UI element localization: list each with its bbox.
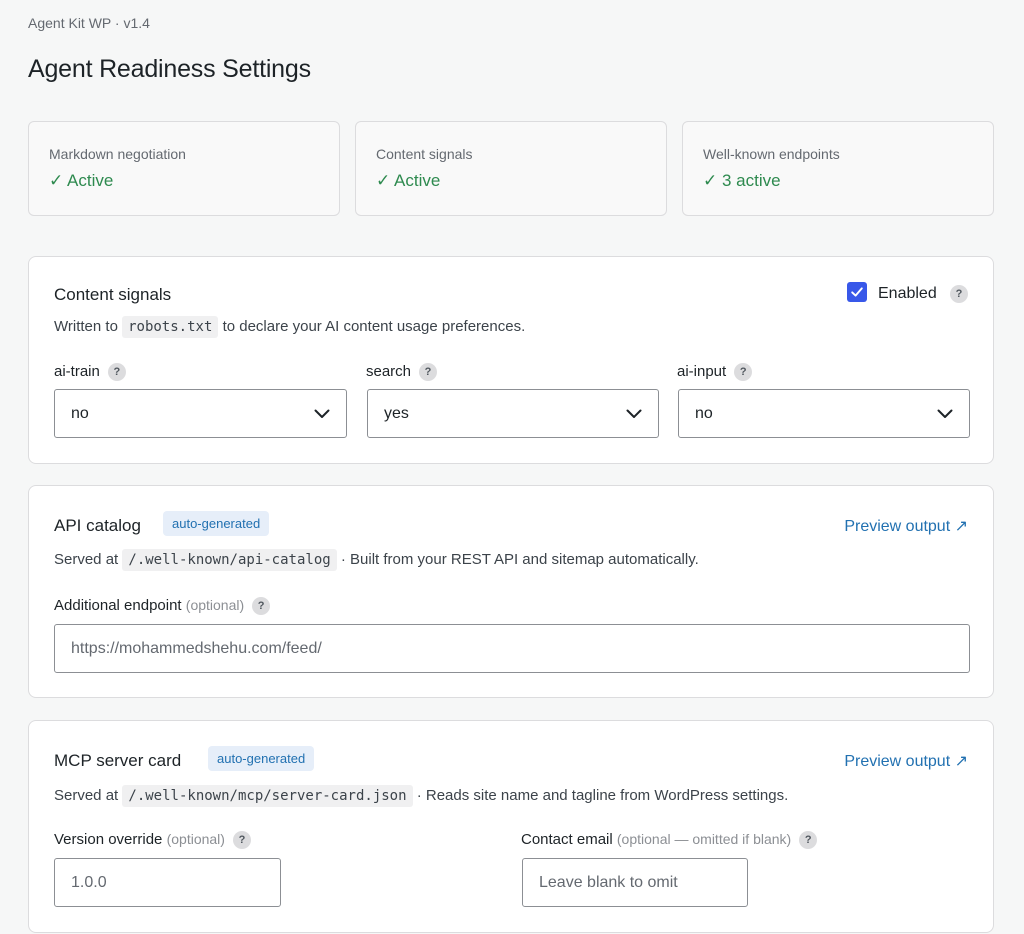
card-description: Served at /.well-known/mcp/server-card.j…: [54, 785, 789, 807]
card-description: Written to robots.txt to declare your AI…: [54, 316, 526, 338]
optional-hint: (optional): [185, 597, 245, 613]
select-value: no: [71, 404, 89, 422]
code-snippet: robots.txt: [122, 316, 219, 338]
label-text: ai-train: [54, 363, 100, 380]
mcp-server-card: MCP server card auto-generated Preview o…: [28, 720, 994, 933]
card-title: MCP server card: [54, 751, 182, 770]
code-snippet: /.well-known/mcp/server-card.json: [122, 785, 413, 807]
select-value: no: [695, 404, 713, 422]
check-icon: [851, 287, 863, 297]
label-text: ai-input: [677, 363, 727, 380]
page-title: Agent Readiness Settings: [28, 55, 311, 83]
stat-label: Well-known endpoints: [703, 146, 840, 162]
field-label-contact-email: Contact email (optional — omitted if bla…: [521, 831, 818, 850]
desc-text: · Built from your REST API and sitemap a…: [340, 551, 699, 568]
stat-card-markdown: Markdown negotiation ✓ Active: [28, 121, 340, 216]
code-snippet: /.well-known/api-catalog: [122, 549, 337, 571]
label-text: Additional endpoint: [54, 597, 182, 614]
help-icon[interactable]: ?: [107, 363, 126, 382]
additional-endpoint-input[interactable]: https://mohammedshehu.com/feed/: [54, 624, 970, 673]
label-text: Contact email: [521, 831, 613, 848]
preview-output-link[interactable]: Preview output ↗: [844, 751, 968, 771]
card-description: Served at /.well-known/api-catalog · Bui…: [54, 549, 699, 571]
stat-label: Markdown negotiation: [49, 146, 186, 162]
label-text: search: [366, 363, 412, 380]
desc-text: Written to: [54, 318, 118, 335]
help-icon[interactable]: ?: [734, 363, 753, 382]
chevron-down-icon: [626, 409, 642, 418]
card-title: Content signals: [54, 285, 172, 304]
desc-text: Served at: [54, 551, 119, 568]
field-label-version-override: Version override (optional)?: [54, 831, 251, 850]
chevron-down-icon: [314, 409, 330, 418]
ai-train-select[interactable]: no: [54, 389, 347, 438]
stat-value: ✓ Active: [49, 171, 114, 190]
auto-generated-badge: auto-generated: [163, 511, 270, 536]
label-text: Version override: [54, 831, 163, 848]
help-icon[interactable]: ?: [419, 363, 438, 382]
version-override-input[interactable]: 1.0.0: [54, 858, 281, 907]
api-catalog-card: API catalog auto-generated Preview outpu…: [28, 485, 994, 698]
ai-input-select[interactable]: no: [678, 389, 970, 438]
content-signals-card: Content signals Enabled ? Written to rob…: [28, 256, 994, 464]
field-label-ai-train: ai-train?: [54, 363, 126, 382]
help-icon[interactable]: ?: [232, 831, 251, 850]
field-label-search: search?: [366, 363, 438, 382]
stat-label: Content signals: [376, 146, 473, 162]
card-title: API catalog: [54, 516, 141, 535]
enabled-checkbox[interactable]: [847, 282, 867, 302]
desc-text: · Reads site name and tagline from WordP…: [416, 787, 789, 804]
field-label-additional-endpoint: Additional endpoint (optional)?: [54, 597, 271, 616]
optional-hint: (optional): [166, 831, 225, 847]
stat-value: ✓ 3 active: [703, 171, 781, 190]
chevron-down-icon: [937, 409, 953, 418]
breadcrumb: Agent Kit WP · v1.4: [28, 15, 150, 31]
stat-card-content-signals: Content signals ✓ Active: [355, 121, 667, 216]
stat-card-well-known: Well-known endpoints ✓ 3 active: [682, 121, 994, 216]
help-icon[interactable]: ?: [950, 285, 968, 303]
enabled-label: Enabled: [878, 285, 937, 302]
select-value: yes: [384, 404, 409, 422]
optional-hint: (optional — omitted if blank): [616, 831, 792, 847]
auto-generated-badge: auto-generated: [208, 746, 315, 771]
help-icon[interactable]: ?: [252, 597, 271, 616]
field-label-ai-input: ai-input?: [677, 363, 753, 382]
help-icon[interactable]: ?: [799, 831, 818, 850]
contact-email-input[interactable]: Leave blank to omit: [522, 858, 748, 907]
search-select[interactable]: yes: [367, 389, 659, 438]
preview-output-link[interactable]: Preview output ↗: [844, 516, 968, 536]
stat-value: ✓ Active: [376, 171, 441, 190]
desc-text: to declare your AI content usage prefere…: [222, 318, 526, 335]
desc-text: Served at: [54, 787, 119, 804]
